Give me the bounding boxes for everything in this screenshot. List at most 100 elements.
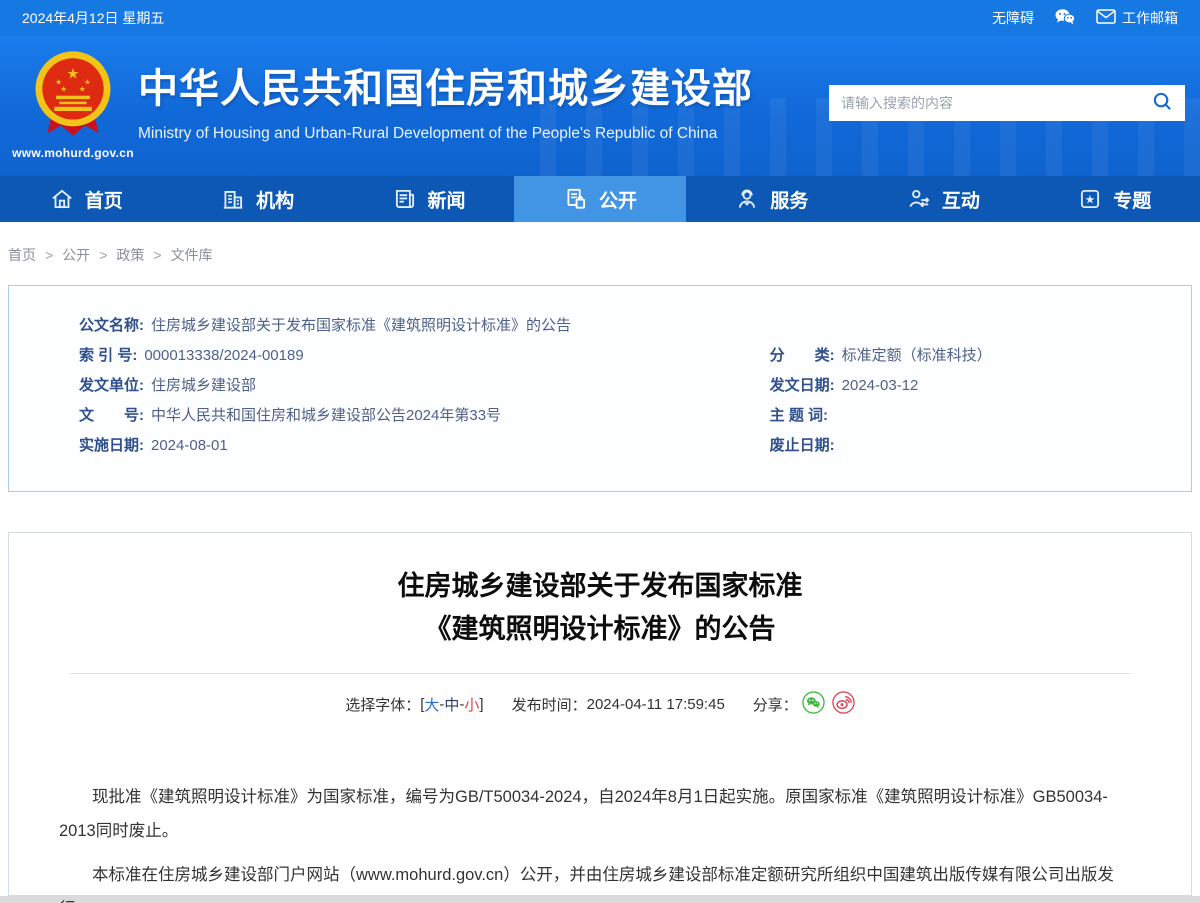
info-label: 废止日期: (770, 437, 835, 454)
publish-time-label: 发布时间： (512, 694, 587, 715)
info-label: 文 号: (79, 407, 144, 424)
info-left-column: 公文名称: 住房城乡建设部关于发布国家标准《建筑照明设计标准》的公告 索 引 号:… (9, 311, 754, 491)
breadcrumb-item-disclosure[interactable]: 公开 (62, 245, 90, 265)
svg-text:★: ★ (79, 84, 86, 93)
site-url: www.mohurd.gov.cn (12, 146, 134, 160)
title-divider (69, 673, 1131, 674)
nav-item-services[interactable]: 服务 (686, 176, 857, 222)
breadcrumb-separator: > (153, 247, 161, 263)
bracket-close: ] (479, 696, 483, 713)
info-label: 主 题 词: (770, 407, 828, 424)
font-size-medium-button[interactable]: 中 (444, 694, 459, 715)
breadcrumb-item-library[interactable]: 文件库 (171, 245, 213, 265)
article-box: 住房城乡建设部关于发布国家标准 《建筑照明设计标准》的公告 选择字体： [ 大 … (8, 532, 1192, 896)
nav-label: 机构 (256, 186, 294, 213)
site-subtitle: Ministry of Housing and Urban-Rural Deve… (138, 125, 753, 143)
article-title-line2: 《建筑照明设计标准》的公告 (9, 608, 1191, 651)
breadcrumb-item-policy[interactable]: 政策 (116, 245, 144, 265)
top-bar: 2024年4月12日 星期五 无障碍 (0, 0, 1200, 36)
article-meta-row: 选择字体： [ 大 - 中 - 小 ] 发布时间： 2024-04-11 17:… (9, 691, 1191, 718)
info-right-column: 分 类: 标准定额（标准科技） 发文日期: 2024-03-12 主 题 词: 废止… (754, 311, 1191, 491)
info-row-issue-date: 发文日期: 2024-03-12 (770, 371, 1191, 401)
mailbox-label: 工作邮箱 (1122, 8, 1178, 28)
topbar-links: 无障碍 工作邮箱 (992, 8, 1178, 28)
info-label: 索 引 号: (79, 347, 137, 364)
wechat-link[interactable] (1054, 8, 1076, 28)
info-row-index-number: 索 引 号: 000013338/2024-00189 (79, 341, 754, 371)
nav-item-news[interactable]: 新闻 (343, 176, 514, 222)
svg-text:★: ★ (67, 67, 80, 83)
nav-item-interaction[interactable]: 互动 (857, 176, 1028, 222)
breadcrumb-separator: > (99, 247, 107, 263)
news-icon (392, 186, 418, 212)
nav-label: 服务 (770, 186, 808, 213)
article-title: 住房城乡建设部关于发布国家标准 《建筑照明设计标准》的公告 (9, 565, 1191, 651)
font-select-label: 选择字体： (345, 694, 420, 715)
publish-time-value: 2024-04-11 17:59:45 (587, 696, 725, 713)
search-input[interactable] (841, 95, 1152, 111)
info-label: 发文单位: (79, 377, 144, 394)
info-row-issuing-unit: 发文单位: 住房城乡建设部 (79, 371, 754, 401)
accessibility-label: 无障碍 (992, 8, 1034, 28)
emblem-column: ★ ★ ★ ★ ★ www.mohurd.gov.cn (14, 48, 132, 160)
nav-label: 首页 (85, 186, 123, 213)
work-mailbox-link[interactable]: 工作邮箱 (1096, 8, 1178, 28)
site-title: 中华人民共和国住房和城乡建设部 (138, 56, 753, 114)
nav-item-disclosure[interactable]: 公开 (514, 176, 685, 222)
svg-text:★: ★ (60, 84, 67, 93)
nav-label: 专题 (1113, 186, 1151, 213)
info-value: 2024-03-12 (842, 377, 919, 394)
info-row-effective-date: 实施日期: 2024-08-01 (79, 431, 754, 461)
organization-icon (220, 186, 246, 212)
home-icon (49, 186, 75, 212)
search-box (829, 85, 1185, 121)
info-row-repeal-date: 废止日期: (770, 431, 1191, 461)
nav-item-home[interactable]: 首页 (0, 176, 171, 222)
share-icons (802, 691, 855, 718)
mail-icon (1096, 9, 1116, 27)
accessibility-link[interactable]: 无障碍 (992, 8, 1034, 28)
info-value: 标准定额（标准科技） (842, 347, 992, 364)
nav-item-topics[interactable]: ★ 专题 (1029, 176, 1200, 222)
national-emblem-icon: ★ ★ ★ ★ ★ (30, 48, 116, 145)
info-row-category: 分 类: 标准定额（标准科技） (770, 341, 1191, 371)
svg-text:★: ★ (1085, 192, 1096, 206)
article-paragraph: 现批准《建筑照明设计标准》为国家标准，编号为GB/T50034-2024，自20… (59, 780, 1141, 848)
info-value: 住房城乡建设部 (151, 377, 256, 394)
font-size-small-button[interactable]: 小 (464, 694, 479, 715)
main-nav: 首页 机构 新闻 (0, 176, 1200, 222)
weibo-share-icon[interactable] (832, 691, 855, 718)
breadcrumb-item-home[interactable]: 首页 (8, 245, 36, 265)
current-date: 2024年4月12日 星期五 (22, 8, 164, 28)
document-info-box: 公文名称: 住房城乡建设部关于发布国家标准《建筑照明设计标准》的公告 索 引 号:… (8, 285, 1192, 492)
interaction-icon (906, 186, 932, 212)
nav-label: 互动 (942, 186, 980, 213)
wechat-share-icon[interactable] (802, 691, 825, 718)
nav-label: 公开 (599, 186, 637, 213)
info-label: 公文名称: (79, 317, 144, 334)
font-size-large-button[interactable]: 大 (424, 694, 439, 715)
page-bottom-strip (0, 896, 1200, 903)
info-label: 分 类: (770, 347, 835, 364)
info-value: 住房城乡建设部关于发布国家标准《建筑照明设计标准》的公告 (151, 317, 571, 334)
info-row-title: 公文名称: 住房城乡建设部关于发布国家标准《建筑照明设计标准》的公告 (79, 311, 754, 341)
nav-item-organization[interactable]: 机构 (171, 176, 342, 222)
info-label: 实施日期: (79, 437, 144, 454)
nav-label: 新闻 (428, 186, 466, 213)
info-label: 发文日期: (770, 377, 835, 394)
service-icon (734, 186, 760, 212)
info-value: 2024-08-01 (151, 437, 228, 454)
info-value: 中华人民共和国住房和城乡建设部公告2024年第33号 (151, 407, 501, 424)
site-header: ★ ★ ★ ★ ★ www.mohurd.gov.cn 中华人民共和国住房和城乡… (0, 36, 1200, 176)
breadcrumb: 首页 > 公开 > 政策 > 文件库 (0, 222, 1200, 285)
article-content: 现批准《建筑照明设计标准》为国家标准，编号为GB/T50034-2024，自20… (9, 780, 1191, 903)
info-row-doc-number: 文 号: 中华人民共和国住房和城乡建设部公告2024年第33号 (79, 401, 754, 431)
search-button[interactable] (1152, 91, 1173, 115)
disclosure-icon (563, 186, 589, 212)
site-title-block: 中华人民共和国住房和城乡建设部 Ministry of Housing and … (138, 48, 753, 143)
breadcrumb-separator: > (45, 247, 53, 263)
share-label: 分享： (753, 694, 798, 715)
topic-icon: ★ (1077, 186, 1103, 212)
info-value: 000013338/2024-00189 (144, 347, 303, 364)
info-row-subject-words: 主 题 词: (770, 401, 1191, 431)
